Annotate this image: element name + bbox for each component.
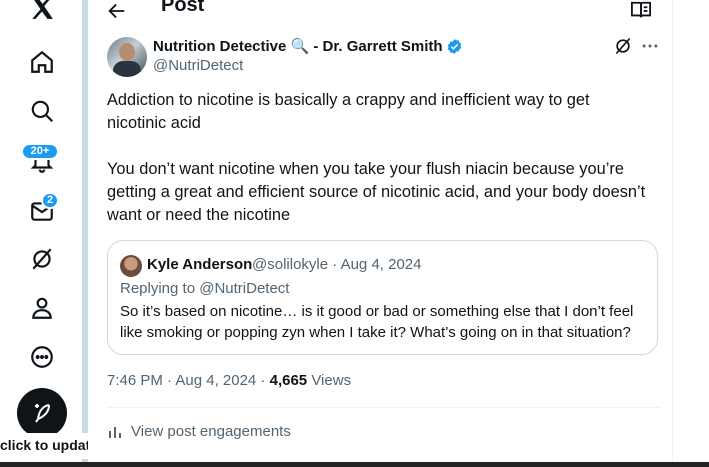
quote-text: So it’s based on nicotine… is it good or… [120,303,634,341]
post-detail-column: Post Nutrition Detective 🔍 - Dr. Garrett… [88,0,672,462]
verified-badge-icon [447,38,461,54]
person-icon[interactable] [28,294,56,322]
home-icon[interactable] [28,48,56,76]
x-logo-icon[interactable] [28,0,56,22]
update-tooltip[interactable]: click to update [0,433,96,459]
quoted-post[interactable]: Kyle Anderson @solilokyle · Aug 4, 2024 … [107,240,658,355]
author-avatar[interactable] [107,37,147,77]
analytics-icon [109,426,121,438]
bottom-edge-bar [0,462,709,467]
post-header: Post [88,0,672,24]
quote-meta: @solilokyle · Aug 4, 2024 [252,256,422,273]
page-title: Post [161,0,205,16]
messages-badge: 2 [41,192,59,209]
post-timestamp[interactable]: 7:46 PM · Aug 4, 2024 · [107,372,270,389]
left-nav-rail: 20+ 2 [0,0,84,467]
views-label: Views [307,372,352,389]
view-engagements-link[interactable]: View post engagements [107,423,291,440]
quote-replying-to: Replying to @NutriDetect [120,280,290,297]
book-icon[interactable] [630,0,652,20]
view-engagements-label: View post engagements [131,423,291,440]
author-name-text: Nutrition Detective 🔍 - Dr. Garrett Smit… [153,38,443,55]
post-meta: 7:46 PM · Aug 4, 2024 · 4,665 Views [107,372,351,389]
author-name[interactable]: Nutrition Detective 🔍 - Dr. Garrett Smit… [153,37,463,55]
more-options-icon[interactable] [640,36,660,56]
feather-plus-icon [35,404,50,423]
quote-author-name[interactable]: Kyle Anderson [147,256,252,273]
post-text: Addiction to nicotine is basically a cra… [107,91,646,224]
grok-icon[interactable] [613,36,633,56]
more-circle-icon[interactable] [28,343,56,371]
search-icon[interactable] [28,97,56,125]
compose-post-button[interactable] [17,388,67,438]
views-count: 4,665 [269,372,308,389]
grok-icon[interactable] [28,245,56,273]
right-gutter [672,0,709,462]
author-handle[interactable]: @NutriDetect [153,57,243,74]
notifications-badge: 20+ [21,143,59,160]
divider [107,407,660,408]
arrow-left-icon[interactable] [106,0,128,22]
quote-author-avatar[interactable] [120,255,142,277]
